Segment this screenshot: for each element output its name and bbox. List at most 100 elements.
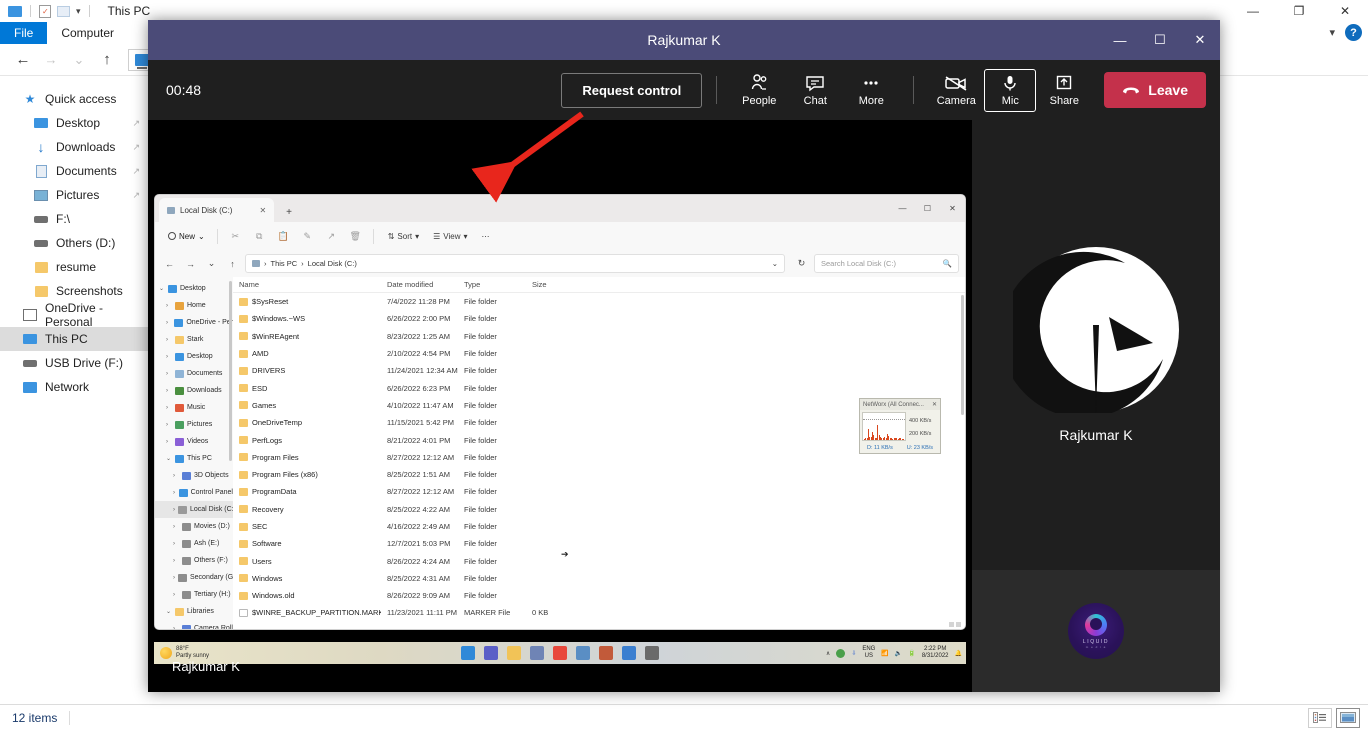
tray-clock[interactable]: 2:22 PM 8/31/2022: [922, 646, 949, 660]
tree-item-downloads[interactable]: › Downloads: [155, 382, 233, 399]
file-row[interactable]: Games 4/10/2022 11:47 AM File folder: [233, 397, 965, 414]
chevron-down-icon[interactable]: ⌄: [159, 285, 165, 292]
tree-item-pictures[interactable]: › Pictures: [155, 416, 233, 433]
file-row[interactable]: Users 8/26/2022 4:24 AM File folder: [233, 552, 965, 569]
shared-screen-stage[interactable]: Local Disk (C:) ✕ + — ☐ ✕ New ⌄ ✂ ⧉ 📋 ✎ …: [148, 120, 972, 692]
start-button-icon[interactable]: [461, 646, 475, 660]
ribbon-tab-file[interactable]: File: [0, 22, 48, 44]
chevron-right-icon[interactable]: ›: [166, 320, 171, 326]
tree-item-local-disk-c[interactable]: › Local Disk (C:): [155, 501, 233, 518]
this-pc-icon[interactable]: [8, 5, 22, 17]
chevron-down-icon[interactable]: ▾: [1329, 26, 1335, 39]
breadcrumb-this-pc[interactable]: This PC: [271, 259, 298, 268]
shared-close-button[interactable]: ✕: [940, 195, 965, 221]
resize-grip[interactable]: [949, 622, 961, 627]
tree-item-libraries[interactable]: ⌄ Libraries: [155, 603, 233, 620]
sidebar-item-desktop[interactable]: Desktop ↗: [0, 111, 150, 135]
tree-item-camera-roll[interactable]: › Camera Roll: [155, 620, 233, 630]
chevron-right-icon[interactable]: ›: [173, 558, 179, 564]
camera-button[interactable]: Camera: [928, 74, 984, 107]
copy-icon[interactable]: ⧉: [249, 226, 270, 246]
file-row[interactable]: $Windows.~WS 6/26/2022 2:00 PM File folder: [233, 310, 965, 327]
tree-item-movies-d[interactable]: › Movies (D:): [155, 518, 233, 535]
ribbon-tab-computer[interactable]: Computer: [47, 22, 128, 44]
app-icon-9[interactable]: [645, 646, 659, 660]
file-row[interactable]: Software 12/7/2021 5:03 PM File folder: [233, 535, 965, 552]
chevron-right-icon[interactable]: ›: [166, 354, 172, 360]
file-row[interactable]: AMD 2/10/2022 4:54 PM File folder: [233, 345, 965, 362]
file-row[interactable]: Windows.old 8/26/2022 9:09 AM File folder: [233, 587, 965, 604]
active-participant-tile[interactable]: Rajkumar K: [972, 120, 1220, 570]
chevron-right-icon[interactable]: ›: [166, 371, 172, 377]
chrome-icon[interactable]: [553, 646, 567, 660]
file-row[interactable]: $WinREAgent 8/23/2022 1:25 AM File folder: [233, 328, 965, 345]
overflow-menu-button[interactable]: ⋯: [478, 232, 494, 241]
tree-item-secondary-g[interactable]: › Secondary (G:): [155, 569, 233, 586]
people-button[interactable]: People: [731, 73, 787, 107]
sidebar-item-onedrive-personal[interactable]: OneDrive - Personal: [0, 301, 150, 329]
file-row[interactable]: SEC 4/16/2022 2:49 AM File folder: [233, 518, 965, 535]
close-tab-icon[interactable]: ✕: [259, 206, 266, 215]
tree-item-desktop[interactable]: › Desktop: [155, 348, 233, 365]
close-button[interactable]: ✕: [1322, 0, 1368, 22]
leave-call-button[interactable]: Leave: [1104, 72, 1206, 108]
sidebar-item-quick-access[interactable]: ★ Quick access: [0, 87, 150, 111]
tree-item-others-f[interactable]: › Others (F:): [155, 552, 233, 569]
tray-overflow-icon[interactable]: ∧: [826, 650, 830, 657]
teams-minimize-button[interactable]: —: [1100, 20, 1140, 60]
tree-item-ash-e[interactable]: › Ash (E:): [155, 535, 233, 552]
file-row[interactable]: ProgramData 8/27/2022 12:12 AM File folder: [233, 483, 965, 500]
calculator-icon[interactable]: [576, 646, 590, 660]
file-explorer-icon[interactable]: [507, 646, 521, 660]
chevron-right-icon[interactable]: ›: [166, 388, 172, 394]
sort-button[interactable]: ⇅ Sort ▾: [384, 232, 423, 241]
tray-app-green-icon[interactable]: [836, 648, 846, 658]
back-button[interactable]: ←: [10, 48, 36, 72]
tree-item-desktop[interactable]: ⌄ Desktop: [155, 280, 233, 297]
column-header-type[interactable]: Type: [458, 280, 526, 289]
view-button[interactable]: ☰ View ▾: [429, 232, 471, 241]
chevron-right-icon[interactable]: ›: [166, 337, 172, 343]
tree-item-control-panel[interactable]: › Control Panel: [155, 484, 233, 501]
shared-search-input[interactable]: Search Local Disk (C:) 🔍: [814, 254, 959, 273]
file-row[interactable]: $SysReset 7/4/2022 11:28 PM File folder: [233, 293, 965, 310]
chevron-right-icon[interactable]: ›: [166, 405, 172, 411]
shared-maximize-button[interactable]: ☐: [915, 195, 940, 221]
tree-item-documents[interactable]: › Documents: [155, 365, 233, 382]
file-row[interactable]: Recovery 8/25/2022 4:22 AM File folder: [233, 501, 965, 518]
chevron-right-icon[interactable]: ›: [173, 626, 179, 630]
file-row[interactable]: Program Files (x86) 8/25/2022 1:51 AM File…: [233, 466, 965, 483]
cut-icon[interactable]: ✂: [225, 226, 246, 246]
teams-maximize-button[interactable]: ☐: [1140, 20, 1180, 60]
sidebar-item-pictures[interactable]: Pictures ↗: [0, 183, 150, 207]
chat-teams-icon[interactable]: [484, 646, 498, 660]
teams-close-button[interactable]: ✕: [1180, 20, 1220, 60]
new-tab-button[interactable]: +: [286, 207, 292, 222]
shared-back-button[interactable]: ←: [161, 255, 178, 272]
sidebar-item-documents[interactable]: Documents ↗: [0, 159, 150, 183]
file-row[interactable]: OneDriveTemp 11/15/2021 5:42 PM File folde…: [233, 414, 965, 431]
breadcrumb-dropdown-icon[interactable]: ⌄: [772, 259, 778, 268]
file-list-scrollbar[interactable]: [961, 295, 964, 415]
volume-icon[interactable]: 🔈: [895, 650, 902, 657]
new-folder-icon[interactable]: [57, 5, 70, 17]
minimize-button[interactable]: —: [1230, 0, 1276, 22]
file-row[interactable]: PerfLogs 8/21/2022 4:01 PM File folder: [233, 431, 965, 448]
sidebar-item-downloads[interactable]: ↓ Downloads ↗: [0, 135, 150, 159]
chevron-right-icon[interactable]: ›: [173, 592, 179, 598]
wifi-icon[interactable]: 📶: [881, 650, 888, 657]
shared-recent-button[interactable]: ⌄: [203, 255, 220, 272]
chevron-right-icon[interactable]: ›: [173, 507, 175, 513]
battery-icon[interactable]: 🔋: [908, 650, 915, 657]
chevron-right-icon[interactable]: ›: [166, 439, 172, 445]
tree-scrollbar[interactable]: [229, 281, 232, 461]
maximize-button[interactable]: ❐: [1276, 0, 1322, 22]
large-icons-view-button[interactable]: [1336, 707, 1360, 728]
sidebar-item-usb-drive-f[interactable]: USB Drive (F:): [0, 351, 150, 375]
chevron-right-icon[interactable]: ›: [173, 541, 179, 547]
request-control-button[interactable]: Request control: [561, 72, 703, 108]
app-icon-8[interactable]: [622, 646, 636, 660]
breadcrumb-local-disk[interactable]: Local Disk (C:): [308, 259, 357, 268]
file-row[interactable]: $WINRE_BACKUP_PARTITION.MARKER 11/23/2021…: [233, 604, 965, 621]
remote-desktop-icon[interactable]: [530, 646, 544, 660]
